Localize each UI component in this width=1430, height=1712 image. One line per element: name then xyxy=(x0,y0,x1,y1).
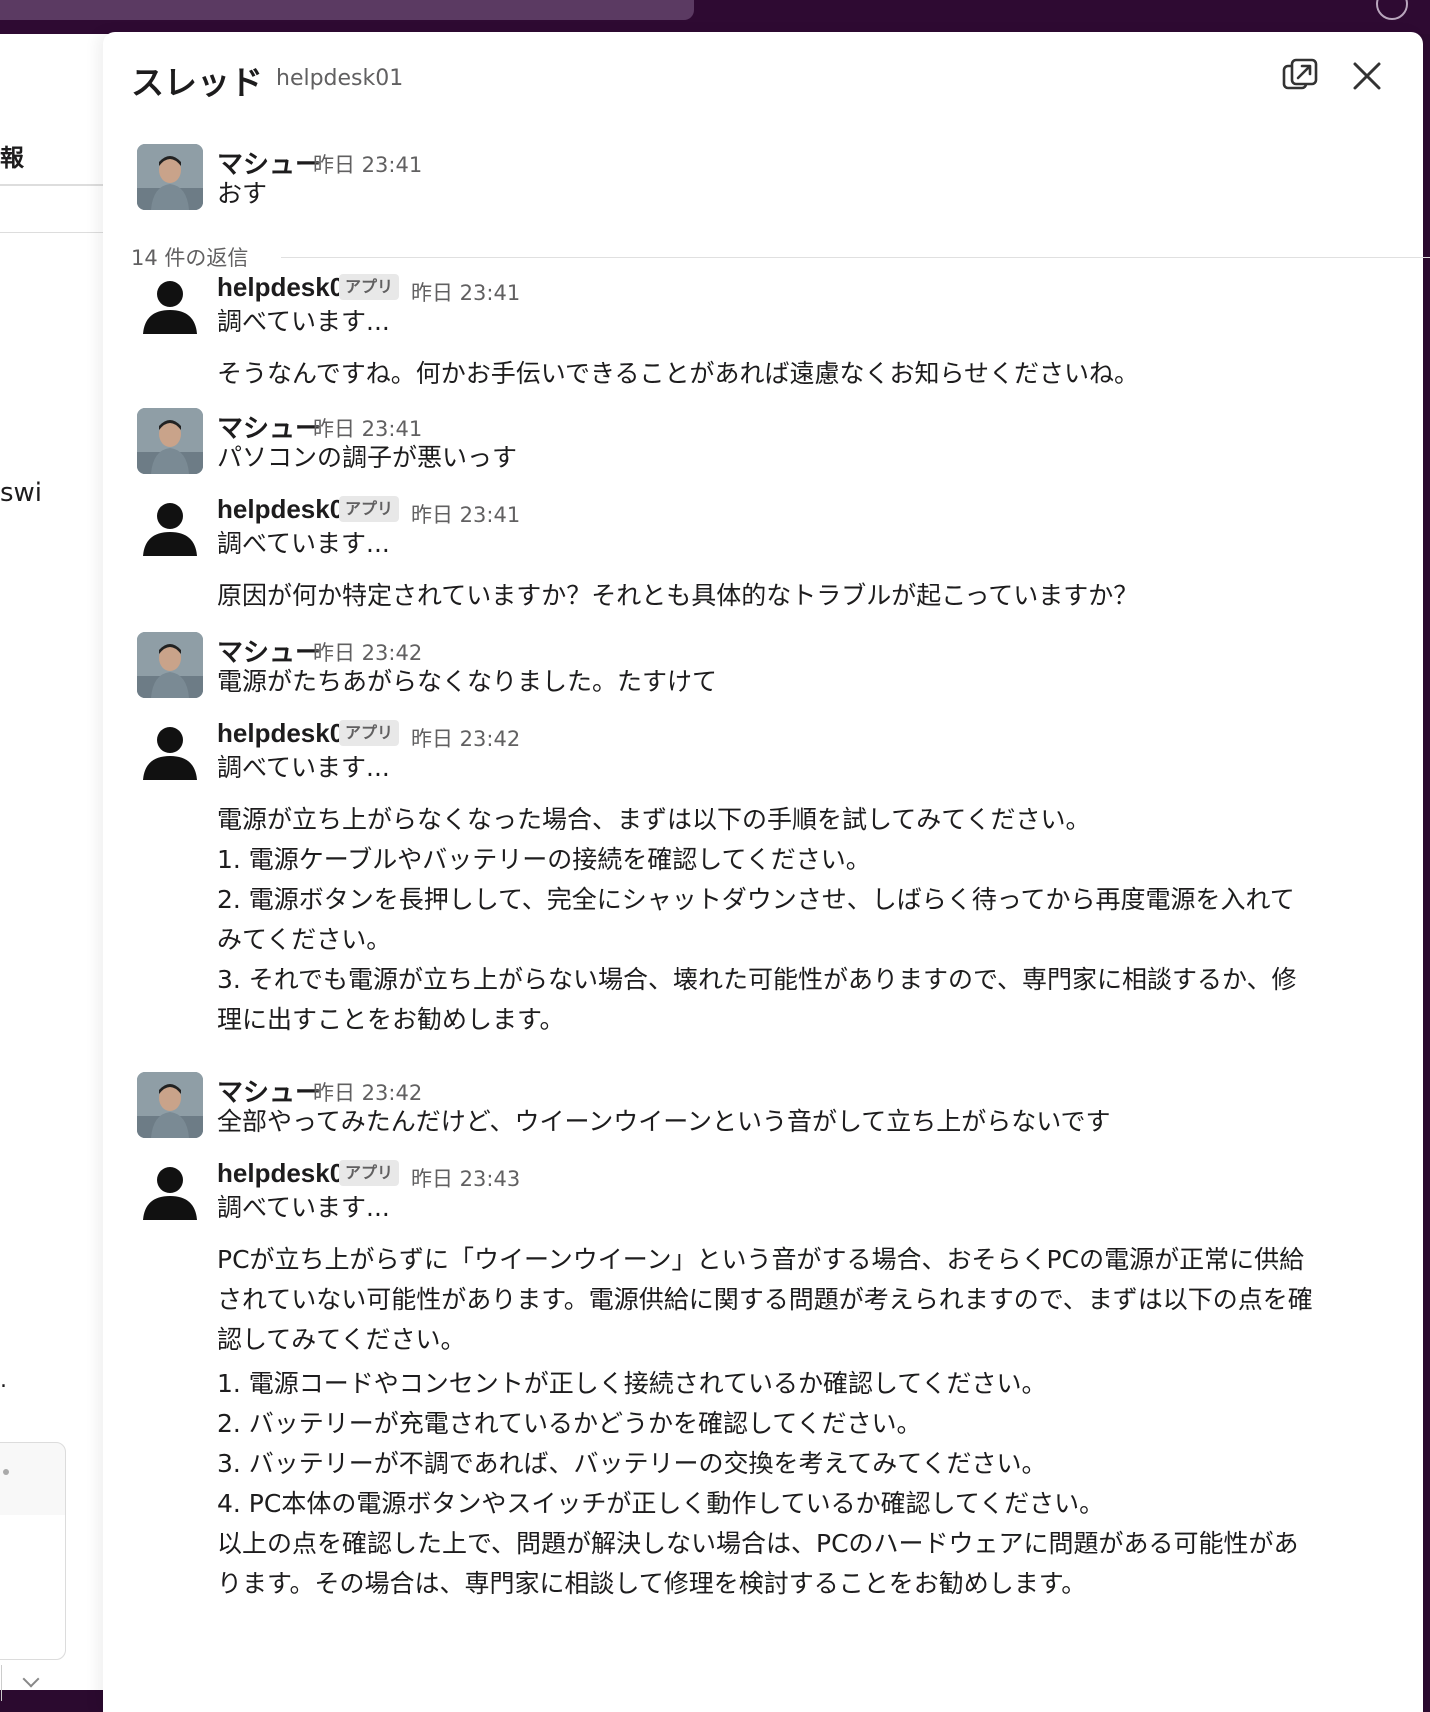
divider xyxy=(0,232,110,233)
search-bar[interactable] xyxy=(0,0,694,20)
app-badge: アプリ xyxy=(339,720,400,746)
avatar[interactable] xyxy=(137,144,203,210)
message-text: 原因が何か特定されていますか？それとも具体的なトラブルが起こっていますか？ xyxy=(217,581,1139,610)
message-author[interactable]: helpdesk01 xyxy=(217,1158,359,1189)
message-status-text: 調べています... xyxy=(217,1193,390,1222)
thread-title: スレッド xyxy=(131,63,263,102)
message-text: 電源がたちあがらなくなりました。たすけて xyxy=(217,667,718,696)
replies-divider: 14 件の返信 xyxy=(131,242,1430,272)
divider xyxy=(0,184,110,186)
message-composer[interactable] xyxy=(0,1442,66,1701)
app-badge: アプリ xyxy=(339,274,400,300)
app-badge: アプリ xyxy=(339,1160,400,1186)
message-author[interactable]: helpdesk01 xyxy=(217,272,359,303)
chevron-down-icon[interactable] xyxy=(22,1670,40,1688)
composer-body[interactable] xyxy=(0,1515,65,1701)
message-text: 1. 電源コードやコンセントが正しく接続されているか確認してください。 2. バ… xyxy=(217,1369,1105,1518)
avatar[interactable] xyxy=(137,1158,203,1224)
divider xyxy=(281,257,1430,258)
truncated-text: swi xyxy=(0,478,43,508)
top-bar xyxy=(0,0,1430,34)
divider xyxy=(1,1665,2,1701)
message-text: パソコンの調子が悪いっす xyxy=(217,443,518,472)
message-text: 以上の点を確認した上で、問題が解決しない場合は、PCのハードウェアに問題がある可… xyxy=(217,1529,1299,1598)
message-text: PCが立ち上がらずに「ウイーンウイーン」という音がする場合、おそらくPCの電源が… xyxy=(217,1245,1313,1354)
avatar[interactable] xyxy=(137,494,203,560)
avatar[interactable] xyxy=(137,272,203,338)
background-channel-pane: 報 swi . xyxy=(0,34,110,1701)
avatar[interactable] xyxy=(137,1072,203,1138)
channel-section-label: 報 xyxy=(0,144,24,172)
dot-icon xyxy=(3,1469,9,1475)
help-icon[interactable] xyxy=(1376,0,1408,20)
thread-panel: スレッド helpdesk01 マシュー 昨日 23:41 おす 14 件の返信 xyxy=(103,32,1430,1712)
popout-icon[interactable] xyxy=(1280,56,1320,96)
app-badge: アプリ xyxy=(339,496,400,522)
thread-channel-name[interactable]: helpdesk01 xyxy=(276,66,403,91)
message-text: 電源が立ち上がらなくなった場合、まずは以下の手順を試してみてください。 1. 電… xyxy=(217,805,1297,1034)
message-author[interactable]: helpdesk01 xyxy=(217,718,359,749)
message-status-text: 調べています... xyxy=(217,529,390,558)
message-author[interactable]: helpdesk01 xyxy=(217,494,359,525)
message-text: そうなんですね。何かお手伝いできることがあれば遠慮なくお知らせくださいね。 xyxy=(217,359,1140,388)
message-text: おす xyxy=(217,179,268,208)
avatar[interactable] xyxy=(137,718,203,784)
message-text: 全部やってみたんだけど、ウイーンウイーンという音がして立ち上がらないです xyxy=(217,1107,1111,1136)
thread-header: スレッド helpdesk01 xyxy=(103,32,1423,132)
avatar[interactable] xyxy=(137,408,203,474)
message-status-text: 調べています... xyxy=(217,753,390,782)
message-status-text: 調べています... xyxy=(217,307,390,336)
replies-count: 14 件の返信 xyxy=(131,246,249,270)
avatar[interactable] xyxy=(137,632,203,698)
close-icon[interactable] xyxy=(1347,56,1387,96)
truncated-text: . xyxy=(0,1368,7,1393)
